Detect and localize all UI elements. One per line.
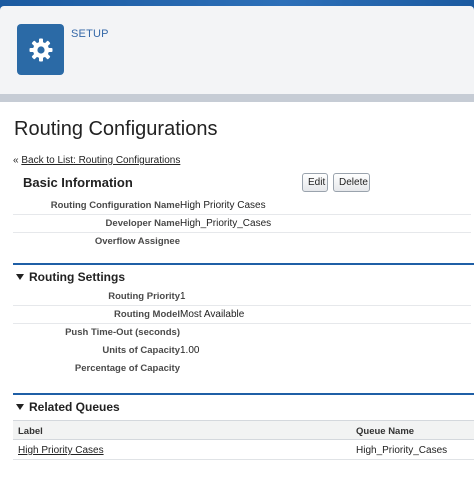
field-row-routing-configuration-name: Routing Configuration Name High Priority… <box>13 197 471 215</box>
field-row-routing-priority: Routing Priority 1 <box>13 288 471 306</box>
delete-button[interactable]: Delete <box>333 173 370 192</box>
field-value: 1.00 <box>180 345 200 356</box>
related-queues-heading: Related Queues <box>29 400 120 414</box>
setup-header: SETUP <box>0 6 474 94</box>
setup-label: SETUP <box>71 28 109 40</box>
field-row-routing-model: Routing Model Most Available <box>13 306 471 324</box>
queue-label-link[interactable]: High Priority Cases <box>18 445 104 456</box>
field-label: Routing Configuration Name <box>50 200 180 211</box>
table-row: High Priority Cases High_Priority_Cases <box>13 440 474 460</box>
gear-icon <box>29 38 52 61</box>
field-row-units-of-capacity: Units of Capacity 1.00 <box>13 342 471 360</box>
header-gap <box>0 94 474 102</box>
collapse-triangle-icon[interactable] <box>16 274 24 280</box>
field-value: High Priority Cases <box>180 200 266 211</box>
field-value: 1 <box>180 291 186 302</box>
field-label: Percentage of Capacity <box>74 363 180 374</box>
field-value: High_Priority_Cases <box>180 218 272 229</box>
related-queues-table-header: Label Queue Name <box>13 420 474 440</box>
breadcrumb: « Back to List: Routing Configurations <box>13 155 180 166</box>
field-row-percentage-of-capacity: Percentage of Capacity <box>13 360 471 378</box>
field-value: Most Available <box>180 309 245 320</box>
field-label: Developer Name <box>105 218 180 229</box>
field-row-overflow-assignee: Overflow Assignee <box>13 233 471 251</box>
back-to-list-link[interactable]: Back to List: Routing Configurations <box>21 155 180 166</box>
field-label: Routing Model <box>114 309 180 320</box>
queue-name-cell: High_Priority_Cases <box>356 445 448 456</box>
related-queues-section[interactable]: Related Queues <box>13 393 474 415</box>
main-content: Routing Configurations « Back to List: R… <box>0 102 474 478</box>
collapse-triangle-icon[interactable] <box>16 404 24 410</box>
routing-settings-heading: Routing Settings <box>29 270 125 284</box>
edit-button[interactable]: Edit <box>302 173 328 192</box>
field-label: Overflow Assignee <box>94 236 180 247</box>
field-row-developer-name: Developer Name High_Priority_Cases <box>13 215 471 233</box>
field-label: Push Time-Out (seconds) <box>65 327 180 338</box>
field-label: Routing Priority <box>108 291 180 302</box>
field-label: Units of Capacity <box>102 345 180 356</box>
column-header-queue-name: Queue Name <box>356 426 415 437</box>
field-row-push-time-out: Push Time-Out (seconds) <box>13 324 471 342</box>
column-header-label: Label <box>18 426 43 437</box>
basic-information-heading: Basic Information <box>23 175 133 190</box>
setup-tile[interactable] <box>17 24 64 75</box>
page-title: Routing Configurations <box>14 118 218 140</box>
routing-settings-section[interactable]: Routing Settings <box>13 263 474 285</box>
